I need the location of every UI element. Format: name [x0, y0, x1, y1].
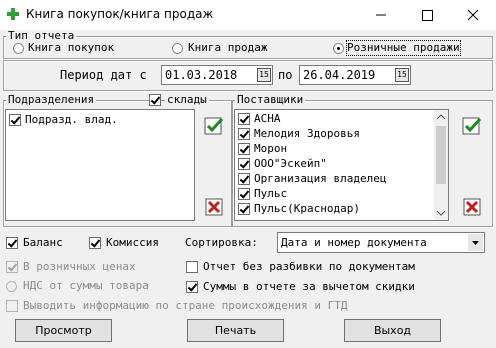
radio-sales-book[interactable]	[172, 43, 183, 54]
no-breakdown-checkbox[interactable]	[186, 261, 198, 273]
calendar-day-text: 15	[259, 70, 269, 79]
sort-label: Сортировка:	[185, 236, 258, 249]
app-plus-icon	[7, 8, 19, 20]
period-to-label: по	[278, 68, 293, 82]
date-to-value: 26.04.2019	[303, 68, 376, 82]
department-checkbox[interactable]	[9, 114, 21, 126]
balance-label[interactable]: Баланс	[23, 236, 63, 250]
supplier-label: Мелодия Здоровья	[254, 127, 360, 140]
departments-label: Подразделения	[6, 93, 97, 106]
radio-purchase-book[interactable]	[13, 43, 24, 54]
vat-from-sum-radio[interactable]	[6, 281, 17, 292]
suppliers-list[interactable]: АСНА Мелодия Здоровья Морон ООО"Эскейп" …	[234, 109, 449, 221]
supplier-label: ООО"Эскейп"	[254, 157, 327, 170]
department-label: Подразд. влад.	[25, 113, 118, 126]
supplier-checkbox[interactable]	[238, 158, 250, 170]
period-from-label: Период дат с	[60, 68, 147, 82]
supplier-checkbox[interactable]	[238, 143, 250, 155]
supplier-label: Морон	[254, 142, 288, 155]
warehouses-label[interactable]: склады	[165, 93, 209, 107]
commission-label[interactable]: Комиссия	[106, 236, 159, 250]
suppliers-label: Поставщики	[235, 93, 306, 106]
maximize-icon	[422, 10, 433, 21]
country-info-checkbox[interactable]	[6, 300, 18, 312]
preview-button[interactable]: Просмотр	[15, 319, 112, 342]
departments-select-all-icon[interactable]	[203, 115, 225, 137]
maximize-button[interactable]	[404, 0, 450, 30]
net-of-discount-label[interactable]: Суммы в отчете за вычетом скидки	[203, 280, 415, 294]
close-icon	[467, 9, 479, 21]
sort-dropdown[interactable]: Дата и номер документа	[277, 232, 485, 253]
print-button[interactable]: Печать	[187, 319, 284, 342]
departments-list[interactable]: Подразд. влад.	[5, 109, 195, 221]
date-to-calendar-icon[interactable]: 15	[395, 68, 409, 82]
balance-checkbox[interactable]	[6, 237, 18, 249]
supplier-checkbox[interactable]	[238, 128, 250, 140]
date-from-calendar-icon[interactable]: 15	[257, 68, 271, 82]
no-breakdown-label[interactable]: Отчет без разбивки по документам	[203, 260, 415, 274]
sort-value: Дата и номер документа	[281, 236, 427, 249]
calendar-day-text: 15	[397, 70, 407, 79]
supplier-label: Пульс	[254, 187, 288, 200]
window-title: Книга покупок/книга продаж	[26, 7, 214, 21]
commission-checkbox[interactable]	[89, 237, 101, 249]
suppliers-select-all-icon[interactable]	[461, 115, 483, 137]
supplier-label: Пульс(Краснодар)	[254, 202, 360, 215]
net-of-discount-checkbox[interactable]	[186, 281, 198, 293]
scroll-thumb[interactable]	[436, 126, 446, 184]
exit-button[interactable]: Выход	[344, 319, 441, 342]
dialog-window: Книга покупок/книга продаж Тип отчета Кн…	[0, 0, 496, 348]
retail-prices-label: В розничных ценах	[23, 260, 136, 273]
supplier-label: Организация владелец	[254, 172, 387, 185]
date-from-value: 01.03.2018	[165, 68, 238, 82]
close-button[interactable]	[450, 0, 496, 30]
supplier-checkbox[interactable]	[238, 203, 250, 215]
list-item[interactable]: Подразд. влад.	[9, 113, 189, 128]
supplier-checkbox[interactable]	[238, 113, 250, 125]
radio-retail-sales-label[interactable]: Розничные продажи	[346, 40, 461, 56]
scroll-up-icon[interactable]	[434, 110, 448, 124]
country-info-label: Выводить информацию по стране происхожде…	[23, 299, 348, 312]
radio-sales-book-label[interactable]: Книга продаж	[188, 41, 267, 55]
scroll-down-icon[interactable]	[434, 206, 448, 220]
supplier-checkbox[interactable]	[238, 173, 250, 185]
radio-retail-sales[interactable]	[333, 43, 344, 54]
radio-purchase-book-label[interactable]: Книга покупок	[28, 41, 114, 55]
minimize-button[interactable]	[358, 0, 404, 30]
vat-from-sum-label: НДС от суммы товара	[23, 279, 149, 292]
suppliers-clear-all-icon[interactable]	[461, 196, 483, 218]
suppliers-scrollbar[interactable]	[434, 110, 448, 220]
departments-clear-all-icon[interactable]	[203, 196, 225, 218]
retail-prices-checkbox[interactable]	[6, 261, 18, 273]
supplier-label: АСНА	[254, 112, 281, 125]
minimize-icon	[376, 14, 386, 16]
chevron-down-icon[interactable]	[468, 234, 483, 251]
supplier-checkbox[interactable]	[238, 188, 250, 200]
warehouses-checkbox[interactable]	[149, 94, 161, 106]
title-bar: Книга покупок/книга продаж	[0, 0, 496, 30]
